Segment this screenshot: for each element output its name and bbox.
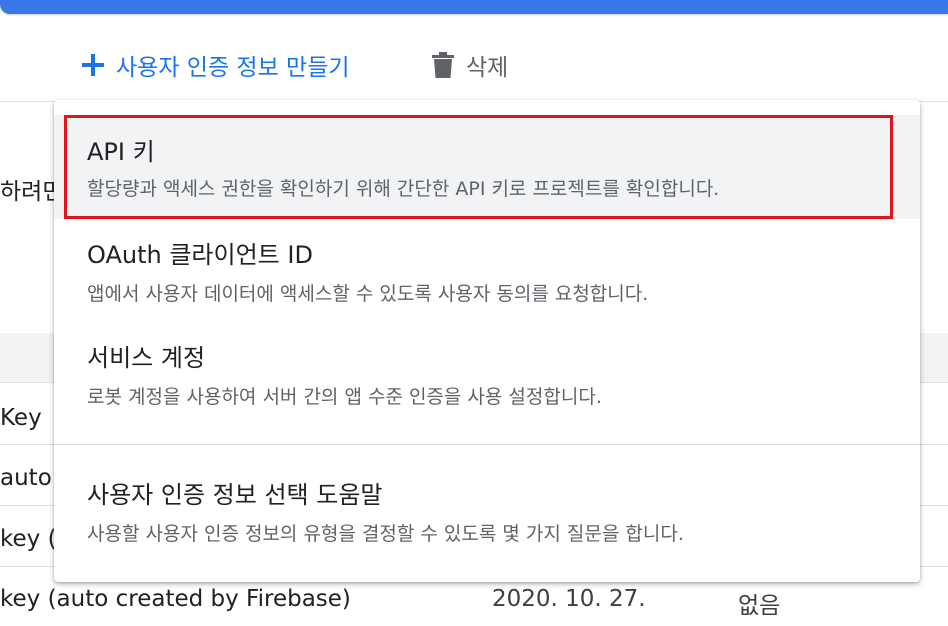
table-row-name[interactable]: auto <box>0 465 52 491</box>
menu-item-description: 할당량과 액세스 권한을 확인하기 위해 간단한 API 키로 프로젝트를 확인… <box>87 178 720 200</box>
table-row-name[interactable]: key (auto created by Firebase) <box>0 586 351 612</box>
table-row-name[interactable]: Key <box>0 405 42 431</box>
menu-divider <box>54 444 920 445</box>
table-row-date: 2020. 10. 27. <box>492 586 646 612</box>
menu-item-title: API 키 <box>87 138 155 166</box>
menu-item-description: 로봇 계정을 사용하여 서버 간의 앱 수준 인증을 사용 설정합니다. <box>87 386 602 408</box>
action-toolbar: 사용자 인증 정보 만들기 삭제 <box>0 40 948 90</box>
top-app-bar-blue <box>0 0 948 14</box>
plus-icon <box>82 54 104 76</box>
menu-item-credentials-help[interactable]: 사용자 인증 정보 선택 도움말 사용할 사용자 인증 정보의 유형을 결정할 … <box>54 460 920 570</box>
delete-label: 삭제 <box>466 55 509 81</box>
top-app-bar <box>0 0 948 15</box>
menu-item-description: 사용할 사용자 인증 정보의 유형을 결정할 수 있도록 몇 가지 질문을 합니… <box>87 523 684 545</box>
delete-button[interactable]: 삭제 <box>430 40 508 90</box>
create-credentials-menu: API 키 할당량과 액세스 권한을 확인하기 위해 간단한 API 키로 프로… <box>54 100 920 582</box>
menu-item-title: 서비스 계정 <box>87 344 206 372</box>
create-credentials-button[interactable]: 사용자 인증 정보 만들기 <box>80 40 350 90</box>
trash-icon <box>432 52 454 78</box>
menu-item-oauth-client-id[interactable]: OAuth 클라이언트 ID 앱에서 사용자 데이터에 액세스할 수 있도록 사… <box>54 219 920 323</box>
menu-item-description: 앱에서 사용자 데이터에 액세스할 수 있도록 사용자 동의를 요청합니다. <box>87 283 649 305</box>
menu-item-api-key[interactable]: API 키 할당량과 액세스 권한을 확인하기 위해 간단한 API 키로 프로… <box>54 115 920 219</box>
create-credentials-label: 사용자 인증 정보 만들기 <box>116 55 350 81</box>
menu-item-service-account[interactable]: 서비스 계정 로봇 계정을 사용하여 서버 간의 앱 수준 인증을 사용 설정합… <box>54 323 920 427</box>
table-row-restriction: 없음 <box>738 593 781 619</box>
menu-item-title: OAuth 클라이언트 ID <box>87 241 313 269</box>
menu-item-title: 사용자 인증 정보 선택 도움말 <box>87 481 383 509</box>
